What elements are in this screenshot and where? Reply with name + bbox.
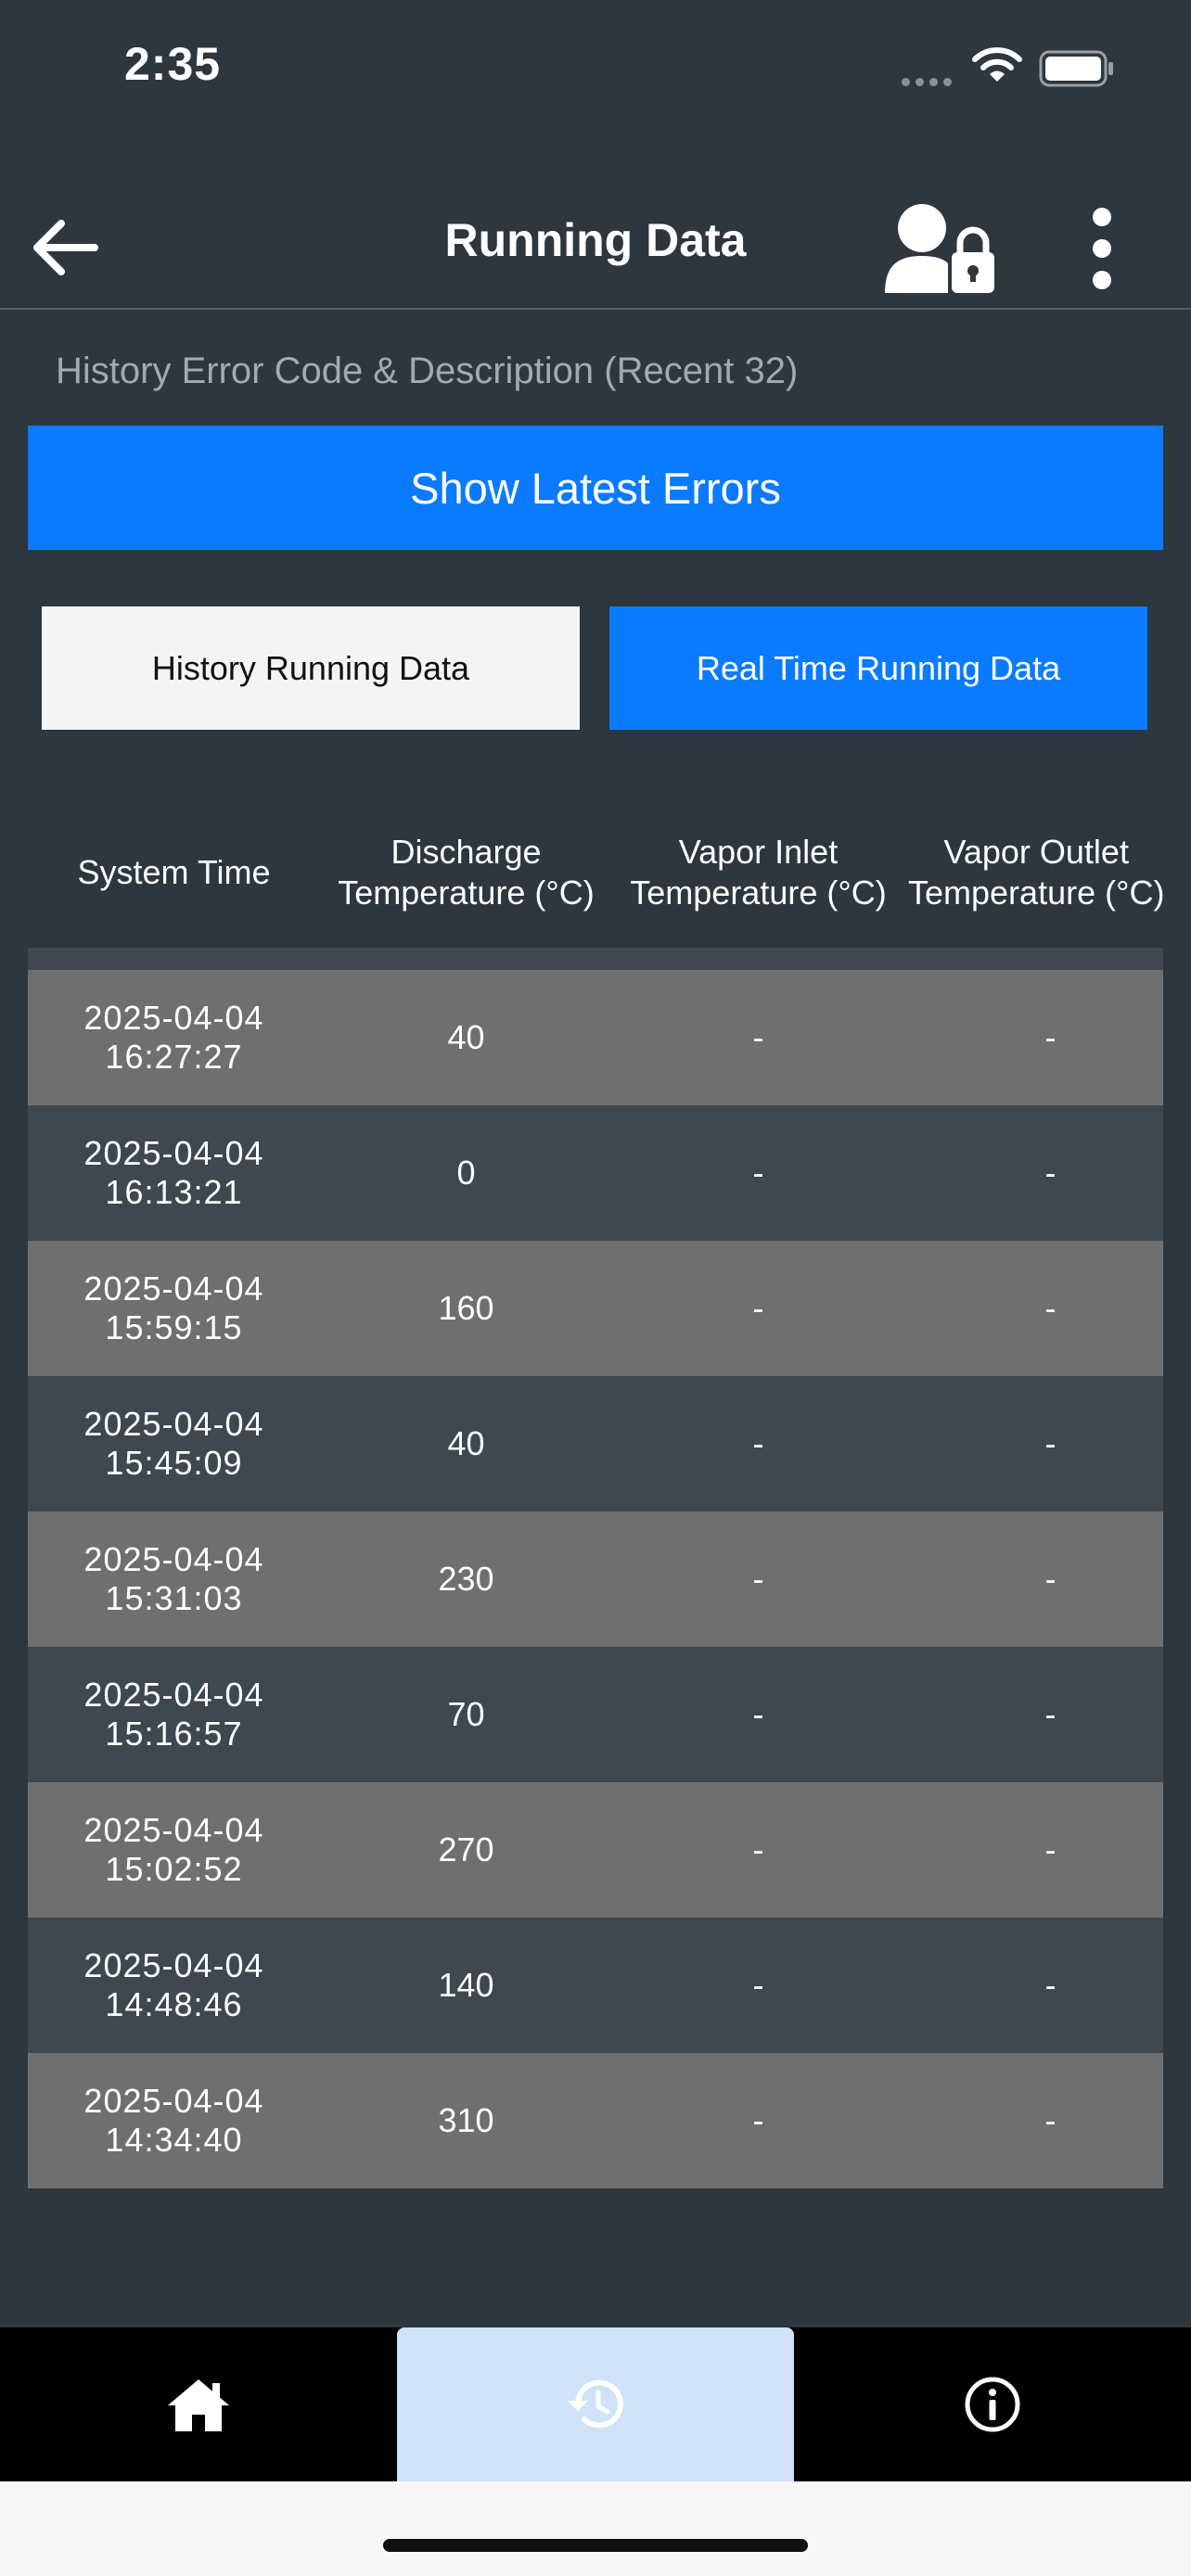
status-time: 2:35: [124, 38, 222, 90]
cell-discharge-temperature: 40: [447, 1424, 485, 1462]
cell-vapor-inlet-temperature: -: [752, 1424, 764, 1462]
cell-vapor-inlet-temperature: -: [752, 1154, 764, 1192]
cell-vapor-inlet-temperature: -: [752, 1018, 764, 1056]
home-indicator-area: [0, 2481, 1191, 2576]
user-lock-icon[interactable]: [883, 200, 998, 297]
table-row: 2025-04-04 15:45:09 40 - -: [28, 1376, 1163, 1511]
tab-real-time-running-data[interactable]: Real Time Running Data: [609, 606, 1147, 730]
tab-history[interactable]: [397, 2327, 794, 2481]
cell-discharge-temperature: 40: [447, 1018, 485, 1056]
cell-discharge-temperature: 160: [438, 1289, 494, 1327]
cell-system-time: 2025-04-04 15:16:57: [83, 1676, 264, 1753]
cell-vapor-outlet-temperature: -: [1044, 1154, 1057, 1192]
home-indicator[interactable]: [383, 2539, 808, 2552]
cell-system-time: 2025-04-04 15:59:15: [83, 1269, 264, 1346]
page-title: Running Data: [444, 214, 747, 266]
history-icon: [568, 2379, 623, 2429]
more-options-icon[interactable]: [1083, 204, 1121, 293]
cell-system-time: 2025-04-04 15:45:09: [83, 1405, 264, 1482]
table-row: 2025-04-04 15:16:57 70 - -: [28, 1647, 1163, 1782]
cell-discharge-temperature: 140: [438, 1966, 494, 2004]
cell-vapor-inlet-temperature: -: [752, 1560, 764, 1598]
cell-vapor-inlet-temperature: -: [752, 1695, 764, 1733]
wifi-icon: [972, 47, 1022, 82]
cell-discharge-temperature: 230: [438, 1560, 494, 1598]
table-header: System Time Discharge Temperature (°C) V…: [28, 797, 1163, 948]
table-row: 2025-04-04 15:31:03 230 - -: [28, 1511, 1163, 1647]
battery-icon: [1039, 50, 1113, 87]
cell-vapor-outlet-temperature: -: [1044, 1830, 1057, 1868]
cell-vapor-outlet-temperature: -: [1044, 1289, 1057, 1327]
tab-history-running-data[interactable]: History Running Data: [42, 606, 580, 730]
cell-system-time: 2025-04-04 16:13:21: [83, 1134, 264, 1211]
table-row: 2025-04-04 16:27:27 40 - -: [28, 970, 1163, 1105]
cell-vapor-inlet-temperature: -: [752, 1966, 764, 2004]
cell-system-time: 2025-04-04 14:48:46: [83, 1946, 264, 2023]
cell-system-time: 2025-04-04 15:31:03: [83, 1540, 264, 1617]
tab-home[interactable]: [0, 2327, 397, 2481]
error-history-title: History Error Code & Description (Recent…: [56, 351, 799, 391]
show-latest-errors-button[interactable]: Show Latest Errors: [28, 426, 1163, 550]
cell-discharge-temperature: 310: [438, 2101, 494, 2139]
cellular-signal-icon: [902, 74, 957, 91]
cell-discharge-temperature: 70: [447, 1695, 485, 1733]
cell-vapor-outlet-temperature: -: [1044, 1695, 1057, 1733]
cell-vapor-inlet-temperature: -: [752, 1289, 764, 1327]
cell-vapor-outlet-temperature: -: [1044, 2101, 1057, 2139]
cell-vapor-inlet-temperature: -: [752, 2101, 764, 2139]
table-row: 2025-04-04 15:59:15 160 - -: [28, 1241, 1163, 1376]
cell-vapor-outlet-temperature: -: [1044, 1966, 1057, 2004]
navigation-bar: Running Data: [0, 185, 1191, 310]
bottom-tab-bar: [0, 2327, 1191, 2481]
table-row: 2025-04-04 15:02:52 270 - -: [28, 1782, 1163, 1918]
column-header-system-time: System Time: [77, 853, 271, 891]
tab-info[interactable]: [794, 2327, 1191, 2481]
cell-vapor-inlet-temperature: -: [752, 1830, 764, 1868]
column-header-vapor-outlet-temperature: Vapor Outlet Temperature (°C): [908, 833, 1163, 912]
table-body: 2025-04-04 16:27:27 40 - - 2025-04-04 16…: [28, 948, 1163, 2188]
cell-vapor-outlet-temperature: -: [1044, 1560, 1057, 1598]
column-header-vapor-inlet-temperature: Vapor Inlet Temperature (°C): [630, 833, 887, 912]
cell-discharge-temperature: 270: [438, 1830, 494, 1868]
cell-vapor-outlet-temperature: -: [1044, 1018, 1057, 1056]
home-icon: [168, 2379, 229, 2431]
running-data-table[interactable]: System Time Discharge Temperature (°C) V…: [28, 797, 1163, 2188]
column-header-discharge-temperature: Discharge Temperature (°C): [338, 833, 595, 912]
table-row: 2025-04-04 16:13:21 0 - -: [28, 1105, 1163, 1241]
cell-discharge-temperature: 0: [456, 1154, 476, 1192]
table-spacer: [28, 948, 1163, 970]
table-row: 2025-04-04 14:48:46 140 - -: [28, 1918, 1163, 2053]
cell-system-time: 2025-04-04 16:27:27: [83, 999, 264, 1076]
table-row: 2025-04-04 14:34:40 310 - -: [28, 2053, 1163, 2188]
cell-vapor-outlet-temperature: -: [1044, 1424, 1057, 1462]
status-bar: 2:35: [0, 0, 1191, 139]
cell-system-time: 2025-04-04 15:02:52: [83, 1811, 264, 1888]
info-icon: [965, 2377, 1020, 2432]
cell-system-time: 2025-04-04 14:34:40: [83, 2082, 264, 2159]
